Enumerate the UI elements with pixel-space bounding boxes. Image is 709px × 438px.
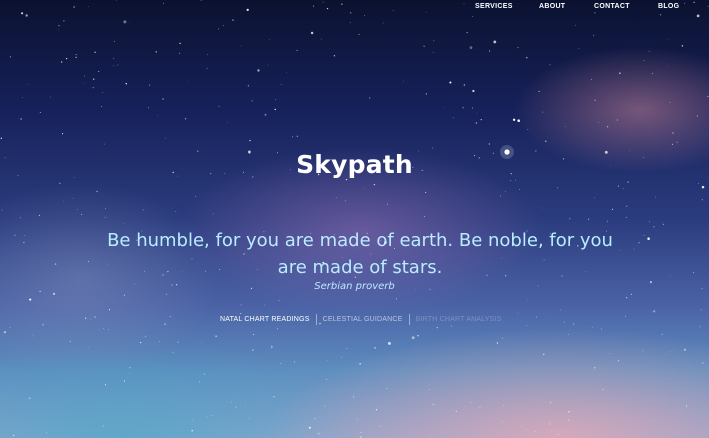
service-celestial-guidance[interactable]: CELESTIAL GUIDANCE (317, 316, 409, 323)
top-nav: SERVICES ABOUT CONTACT BLOG (475, 0, 709, 16)
nav-services-link[interactable]: SERVICES (475, 0, 539, 16)
nav-contact-link[interactable]: CONTACT (594, 0, 658, 16)
site-title: Skypath (296, 150, 413, 179)
service-natal-chart-readings[interactable]: NATAL CHART READINGS (214, 316, 316, 323)
service-birth-chart-analysis[interactable]: BIRTH CHART ANALYSIS (410, 316, 508, 323)
nav-blog-link[interactable]: BLOG (658, 0, 709, 16)
starfield (0, 0, 709, 438)
services-carousel: NATAL CHART READINGS CELESTIAL GUIDANCE … (214, 313, 508, 325)
hero-quote: Be humble, for you are made of earth. Be… (107, 230, 613, 278)
quote-attribution: Serbian proverb (314, 281, 395, 292)
nav-about-link[interactable]: ABOUT (539, 0, 594, 16)
